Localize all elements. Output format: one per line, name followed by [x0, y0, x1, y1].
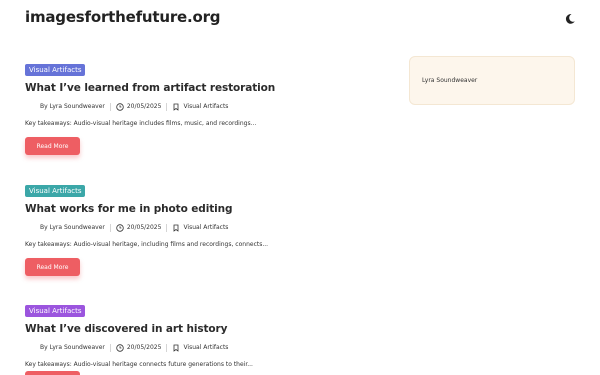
site-title[interactable]: imagesforthefuture.org: [25, 8, 221, 26]
author-name: By Lyra Soundweaver: [40, 224, 105, 231]
post-meta: By Lyra Soundweaver 20/05/2025 Visual Ar…: [25, 343, 375, 352]
category-badge[interactable]: Visual Artifacts: [25, 185, 86, 197]
read-more-button[interactable]: Read More: [25, 258, 80, 276]
divider: [109, 223, 111, 232]
clock-icon: [116, 102, 124, 111]
clock-icon: [116, 223, 124, 232]
read-more-button[interactable]: [25, 371, 80, 375]
post-meta: By Lyra Soundweaver 20/05/2025 Visual Ar…: [25, 102, 375, 111]
post-excerpt: Key takeaways: Audio-visual heritage inc…: [25, 120, 257, 127]
post-tag-link[interactable]: Visual Artifacts: [183, 344, 228, 351]
sidebar-author-card: Lyra Soundweaver: [409, 56, 575, 105]
bookmark-icon: [174, 224, 179, 232]
author-name: By Lyra Soundweaver: [40, 344, 105, 351]
bookmark-icon: [174, 103, 179, 111]
post-meta: By Lyra Soundweaver 20/05/2025 Visual Ar…: [25, 223, 375, 232]
author-name: By Lyra Soundweaver: [40, 103, 105, 110]
divider: [166, 343, 168, 352]
category-badge[interactable]: Visual Artifacts: [25, 305, 86, 317]
divider: [166, 223, 168, 232]
post-date: 20/05/2025: [126, 224, 162, 231]
post-tag-link[interactable]: Visual Artifacts: [183, 224, 228, 231]
post-tag-link[interactable]: Visual Artifacts: [183, 103, 228, 110]
sidebar-author-name[interactable]: Lyra Soundweaver: [422, 77, 477, 84]
post-date: 20/05/2025: [126, 103, 162, 110]
post-card: Visual Artifacts What I’ve learned from …: [25, 57, 375, 155]
post-excerpt: Key takeaways: Audio-visual heritage, in…: [25, 241, 269, 248]
post-excerpt: Key takeaways: Audio-visual heritage con…: [25, 361, 253, 368]
post-date: 20/05/2025: [126, 344, 162, 351]
post-title[interactable]: What works for me in photo editing: [25, 203, 375, 215]
clock-icon: [116, 343, 124, 352]
moon-icon[interactable]: [563, 11, 577, 25]
divider: [109, 102, 111, 111]
post-title[interactable]: What I’ve discovered in art history: [25, 323, 375, 335]
post-card: Visual Artifacts What works for me in ph…: [25, 178, 375, 276]
read-more-button[interactable]: Read More: [25, 137, 80, 155]
divider: [166, 102, 168, 111]
bookmark-icon: [174, 344, 179, 352]
post-card: Visual Artifacts What I’ve discovered in…: [25, 298, 375, 368]
divider: [109, 343, 111, 352]
category-badge[interactable]: Visual Artifacts: [25, 64, 86, 76]
post-title[interactable]: What I’ve learned from artifact restorat…: [25, 82, 375, 94]
